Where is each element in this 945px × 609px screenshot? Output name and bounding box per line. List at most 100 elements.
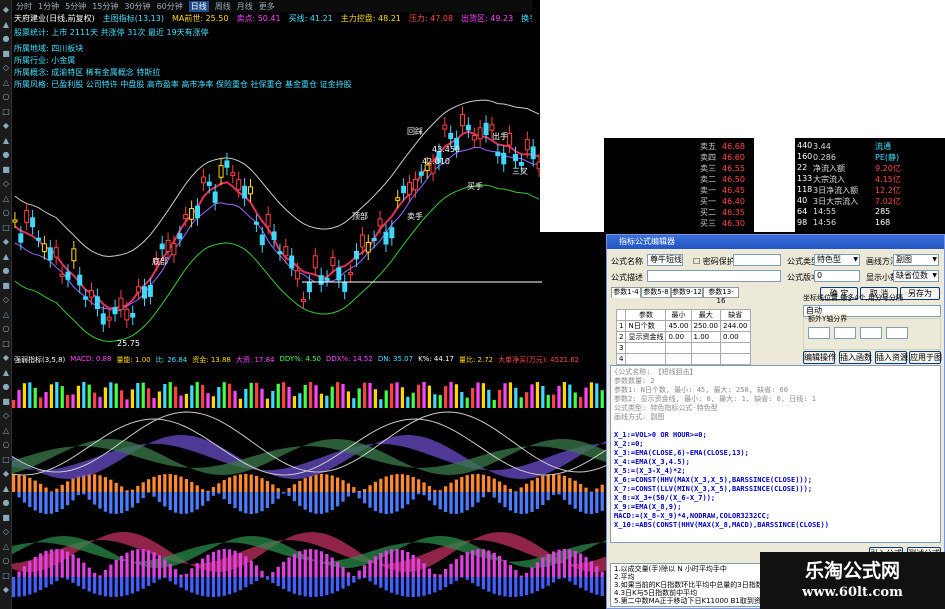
param-cell[interactable]	[665, 353, 692, 365]
toolbar-tool-icon[interactable]: ◆	[1, 468, 11, 480]
toolbar-tool-icon[interactable]: □	[1, 454, 11, 466]
toolbar-tool-icon[interactable]: ■	[1, 164, 11, 176]
param-cell[interactable]: 0.00	[720, 331, 751, 343]
toolbar-tool-icon[interactable]: □	[1, 338, 11, 350]
param-cell[interactable]	[720, 353, 751, 365]
main-indicator-name[interactable]: 主图指标(13,13)	[103, 13, 164, 24]
param-cell[interactable]: 显示资金线	[625, 331, 667, 343]
param-cell[interactable]	[690, 353, 722, 365]
tab-params-13-16[interactable]: 参数13-16	[703, 287, 739, 305]
histogram-bar-blue	[492, 577, 496, 594]
toolbar-tool-icon[interactable]: ○	[1, 91, 11, 103]
save-as-button[interactable]: 另存为	[900, 287, 940, 300]
toolbar-tool-icon[interactable]: ▲	[1, 367, 11, 379]
formula-type-select[interactable]: 特色型 ▼	[814, 254, 860, 266]
extra-axis-field-4[interactable]	[886, 327, 908, 339]
toolbar-tool-icon[interactable]: ●	[1, 265, 11, 277]
toolbar-tool-icon[interactable]: ■	[1, 512, 11, 524]
toolbar-tool-icon[interactable]: ▲	[1, 251, 11, 263]
toolbar-tool-icon[interactable]: △	[1, 541, 11, 553]
toolbar-tool-icon[interactable]: ○	[1, 439, 11, 451]
draw-method-select[interactable]: 副图 ▼	[893, 254, 939, 266]
insert-function-button[interactable]: 插入函数	[839, 351, 872, 364]
toolbar-tool-icon[interactable]: ■	[1, 280, 11, 292]
candle-body	[401, 185, 407, 194]
toolbar-tool-icon[interactable]: ●	[1, 497, 11, 509]
version-field[interactable]: 0	[814, 270, 860, 282]
toolbar-tool-icon[interactable]: △	[1, 425, 11, 437]
param-cell[interactable]	[625, 342, 667, 354]
period-tab[interactable]: 分时	[16, 1, 32, 12]
toolbar-tool-icon[interactable]: ◆	[1, 4, 11, 16]
toolbar-tool-icon[interactable]: ■	[1, 48, 11, 60]
period-tab[interactable]: 15分钟	[92, 1, 118, 12]
macd-bar-blue	[217, 492, 221, 494]
toolbar-tool-icon[interactable]: ◇	[1, 410, 11, 422]
period-tab[interactable]: 60分钟	[157, 1, 183, 12]
formula-name-field[interactable]: 尊牛短线	[647, 254, 683, 266]
password-field[interactable]	[733, 254, 781, 266]
toolbar-tool-icon[interactable]: ◆	[1, 584, 11, 596]
toolbar-tool-icon[interactable]: △	[1, 309, 11, 321]
period-tab[interactable]: 周线	[215, 1, 231, 12]
param-cell[interactable]: 45.00	[665, 320, 692, 332]
toolbar-tool-icon[interactable]: ◆	[1, 352, 11, 364]
toolbar-tool-icon[interactable]: □	[1, 106, 11, 118]
param-cell[interactable]	[625, 353, 667, 365]
param-cell[interactable]: 244.00	[720, 320, 751, 332]
param-cell[interactable]: N日个数	[625, 320, 667, 332]
toolbar-tool-icon[interactable]: ▲	[1, 483, 11, 495]
toolbar-tool-icon[interactable]: ▲	[1, 135, 11, 147]
toolbar-tool-icon[interactable]: ◇	[1, 178, 11, 190]
volume-bar	[60, 386, 64, 408]
toolbar-tool-icon[interactable]: ○	[1, 555, 11, 567]
toolbar-tool-icon[interactable]: △	[1, 77, 11, 89]
period-tab[interactable]: 月线	[237, 1, 253, 12]
toolbar-tool-icon[interactable]: ◆	[1, 236, 11, 248]
toolbar-tool-icon[interactable]: ○	[1, 323, 11, 335]
period-tab[interactable]: 5分钟	[65, 1, 86, 12]
period-tab[interactable]: 1分钟	[38, 1, 59, 12]
display-decimals-select[interactable]: 缺省位数 ▼	[893, 270, 939, 282]
period-tab[interactable]: 更多	[259, 1, 275, 12]
toolbar-tool-icon[interactable]: ▲	[1, 19, 11, 31]
candle-body	[489, 124, 495, 131]
param-cell[interactable]	[665, 342, 692, 354]
toolbar-tool-icon[interactable]: ◇	[1, 294, 11, 306]
param-cell[interactable]: 250.00	[690, 320, 722, 332]
macd-bar-orange	[541, 475, 545, 492]
toolbar-tool-icon[interactable]: ●	[1, 381, 11, 393]
param-cell[interactable]	[720, 342, 751, 354]
tab-params-1-4[interactable]: 参数1-4	[611, 287, 641, 298]
toolbar-tool-icon[interactable]: ◇	[1, 62, 11, 74]
histogram-bar-blue	[157, 577, 162, 580]
apply-to-chart-button[interactable]: 应用于图	[909, 351, 942, 364]
tab-params-5-8[interactable]: 参数5-8	[641, 287, 671, 298]
extra-axis-field-1[interactable]	[808, 327, 830, 339]
toolbar-tool-icon[interactable]: ○	[1, 207, 11, 219]
tab-params-9-12[interactable]: 参数9-12	[671, 287, 703, 298]
period-tab[interactable]: 30分钟	[124, 1, 150, 12]
toolbar-tool-icon[interactable]: △	[1, 193, 11, 205]
param-cell[interactable]: 1.00	[690, 331, 722, 343]
histogram-bar-blue	[44, 577, 48, 588]
toolbar-tool-icon[interactable]: ■	[1, 396, 11, 408]
toolbar-tool-icon[interactable]: □	[1, 222, 11, 234]
param-cell[interactable]: 0.00	[665, 331, 692, 343]
param-cell[interactable]	[690, 342, 722, 354]
toolbar-tool-icon[interactable]: ●	[1, 149, 11, 161]
password-checkbox[interactable]: ☐ 密码保护	[693, 256, 735, 267]
edit-operation-button[interactable]: 编辑操作	[803, 351, 836, 364]
formula-desc-field[interactable]	[647, 270, 781, 282]
histogram-bar-magenta	[492, 552, 496, 577]
extra-axis-field-3[interactable]	[860, 327, 882, 339]
indicator-subpanel[interactable]	[12, 362, 606, 609]
toolbar-tool-icon[interactable]: ●	[1, 33, 11, 45]
extra-axis-field-2[interactable]	[834, 327, 856, 339]
insert-resource-button[interactable]: 插入资源	[875, 351, 908, 364]
toolbar-tool-icon[interactable]: ◆	[1, 120, 11, 132]
period-tab[interactable]: 日线	[188, 0, 209, 12]
toolbar-tool-icon[interactable]: □	[1, 570, 11, 582]
formula-code-editor[interactable]: {公式名称: 【短线狙击】 参数数量: 2 参数1: N日个数, 最小: 45, 最…	[610, 365, 941, 543]
toolbar-tool-icon[interactable]: ◇	[1, 526, 11, 538]
